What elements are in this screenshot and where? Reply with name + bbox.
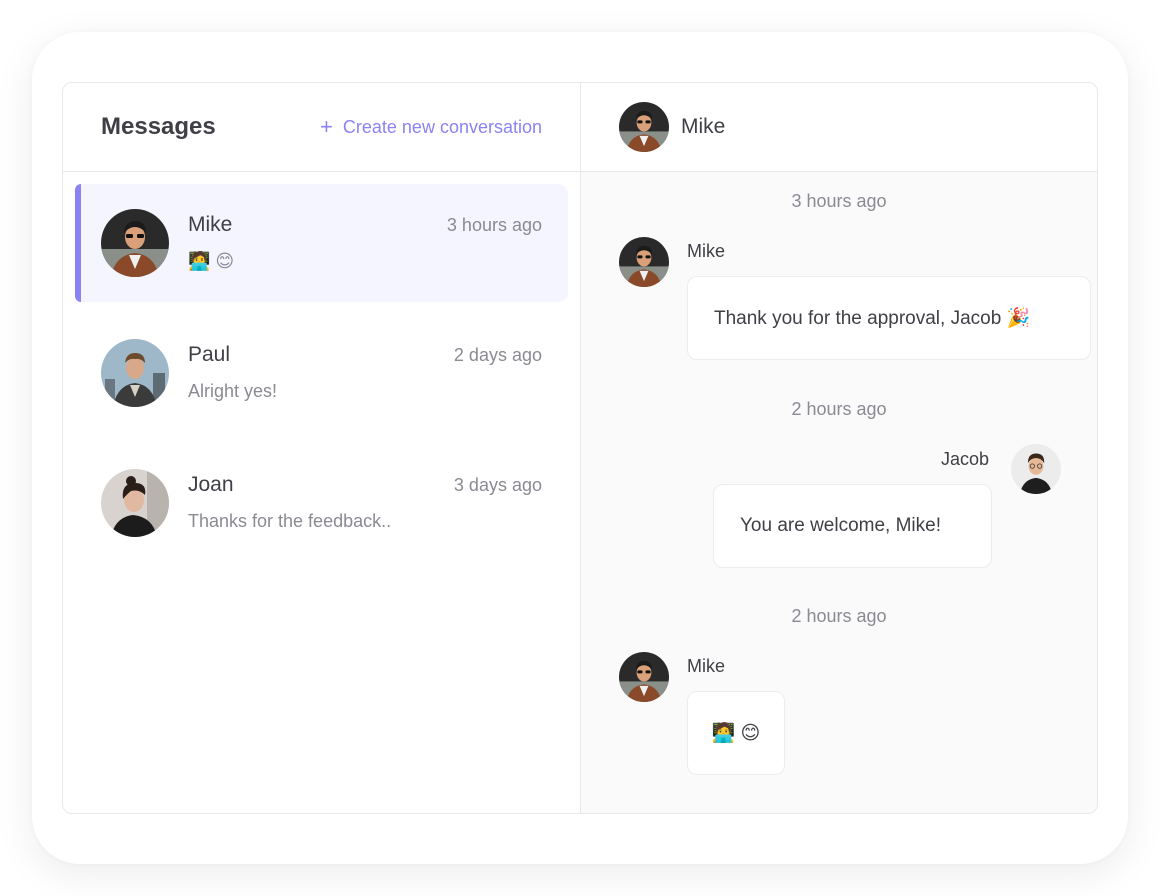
- conversation-list: Mike 3 hours ago 🧑‍💻 😊 Paul 2 days ago A…: [63, 172, 580, 562]
- conversation-preview: Thanks for the feedback..: [188, 511, 392, 531]
- avatar: [101, 469, 169, 537]
- conversation-name: Paul: [188, 343, 231, 366]
- plus-icon: +: [320, 114, 333, 139]
- message-bubble: You are welcome, Mike!: [713, 484, 992, 568]
- chat-panel: Mike 3 hours ago Mike Thank you for the …: [581, 83, 1097, 813]
- conversation-item-mike[interactable]: Mike 3 hours ago 🧑‍💻 😊: [75, 184, 568, 302]
- conversation-time: 3 hours ago: [446, 215, 542, 235]
- conversation-name: Joan: [188, 473, 234, 496]
- message-sender: Mike: [687, 241, 726, 261]
- message-timestamp: 2 hours ago: [791, 606, 887, 626]
- avatar: [619, 237, 669, 287]
- avatar: [619, 652, 669, 702]
- conversation-panel-header: Messages + Create new conversation: [63, 83, 580, 172]
- messages-app: Messages + Create new conversation Mike …: [62, 82, 1098, 814]
- conversation-panel: Messages + Create new conversation Mike …: [63, 83, 581, 813]
- create-conversation-label: Create new conversation: [342, 116, 542, 137]
- conversation-preview: 🧑‍💻 😊: [188, 251, 235, 271]
- message-bubble: Thank you for the approval, Jacob 🎉: [687, 276, 1091, 360]
- contact-avatar[interactable]: [619, 102, 669, 152]
- avatar: [101, 209, 169, 277]
- conversation-name: Mike: [188, 213, 233, 236]
- avatar: [1011, 444, 1061, 494]
- conversation-item-joan[interactable]: Joan 3 days ago Thanks for the feedback.…: [75, 444, 568, 562]
- chat-header: Mike: [581, 83, 1097, 172]
- message-bubble: 🧑‍💻 😊: [687, 691, 785, 775]
- contact-name: Mike: [681, 115, 726, 138]
- conversation-time: 2 days ago: [453, 345, 542, 365]
- message-sender: Mike: [687, 656, 726, 676]
- create-conversation-button[interactable]: + Create new conversation: [320, 116, 542, 138]
- message-timestamp: 2 hours ago: [791, 399, 887, 419]
- conversation-item-paul[interactable]: Paul 2 days ago Alright yes!: [75, 314, 568, 432]
- conversation-time: 3 days ago: [453, 475, 542, 495]
- message-timestamp: 3 hours ago: [791, 191, 887, 211]
- conversation-preview: Alright yes!: [188, 381, 278, 401]
- avatar: [101, 339, 169, 407]
- page-title: Messages: [101, 113, 216, 140]
- message-sender: Jacob: [940, 449, 989, 469]
